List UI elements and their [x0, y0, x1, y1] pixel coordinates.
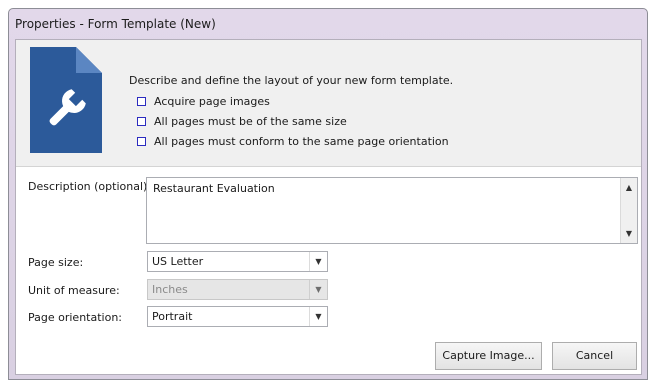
description-textarea[interactable]: Restaurant Evaluation ▲ ▼ [146, 177, 638, 244]
chevron-down-icon[interactable]: ▼ [309, 307, 327, 326]
capture-image-button[interactable]: Capture Image... [435, 342, 542, 370]
chevron-down-icon[interactable]: ▼ [309, 252, 327, 271]
page-size-label: Page size: [28, 256, 84, 269]
page-orientation-label: Page orientation: [28, 311, 123, 324]
requirement-item: Acquire page images [137, 94, 270, 110]
document-wrench-icon [30, 47, 102, 153]
unit-of-measure-label: Unit of measure: [28, 284, 120, 297]
requirement-item: All pages must be of the same size [137, 114, 347, 130]
properties-dialog: Properties - Form Template (New) Describ… [8, 8, 648, 380]
description-label: Description (optional): [28, 180, 152, 193]
unit-of-measure-value: Inches [152, 283, 188, 296]
window-title: Properties - Form Template (New) [15, 17, 216, 31]
page-size-select[interactable]: US Letter ▼ [147, 251, 328, 272]
header-panel: Describe and define the layout of your n… [16, 40, 641, 167]
description-scrollbar[interactable]: ▲ ▼ [620, 178, 637, 243]
page-orientation-select[interactable]: Portrait ▼ [147, 306, 328, 327]
dialog-client-area: Describe and define the layout of your n… [15, 39, 642, 375]
unit-of-measure-select: Inches ▼ [147, 279, 328, 300]
bullet-square-icon [137, 116, 146, 126]
cancel-button[interactable]: Cancel [552, 342, 637, 370]
scroll-down-icon[interactable]: ▼ [621, 225, 637, 242]
chevron-down-icon: ▼ [309, 280, 327, 299]
bullet-square-icon [137, 136, 146, 146]
page-orientation-value: Portrait [152, 310, 193, 323]
description-value: Restaurant Evaluation [153, 182, 275, 195]
page-size-value: US Letter [152, 255, 204, 268]
header-description: Describe and define the layout of your n… [129, 74, 454, 87]
bullet-square-icon [137, 96, 146, 106]
scroll-up-icon[interactable]: ▲ [621, 179, 637, 196]
requirement-item: All pages must conform to the same page … [137, 134, 449, 150]
